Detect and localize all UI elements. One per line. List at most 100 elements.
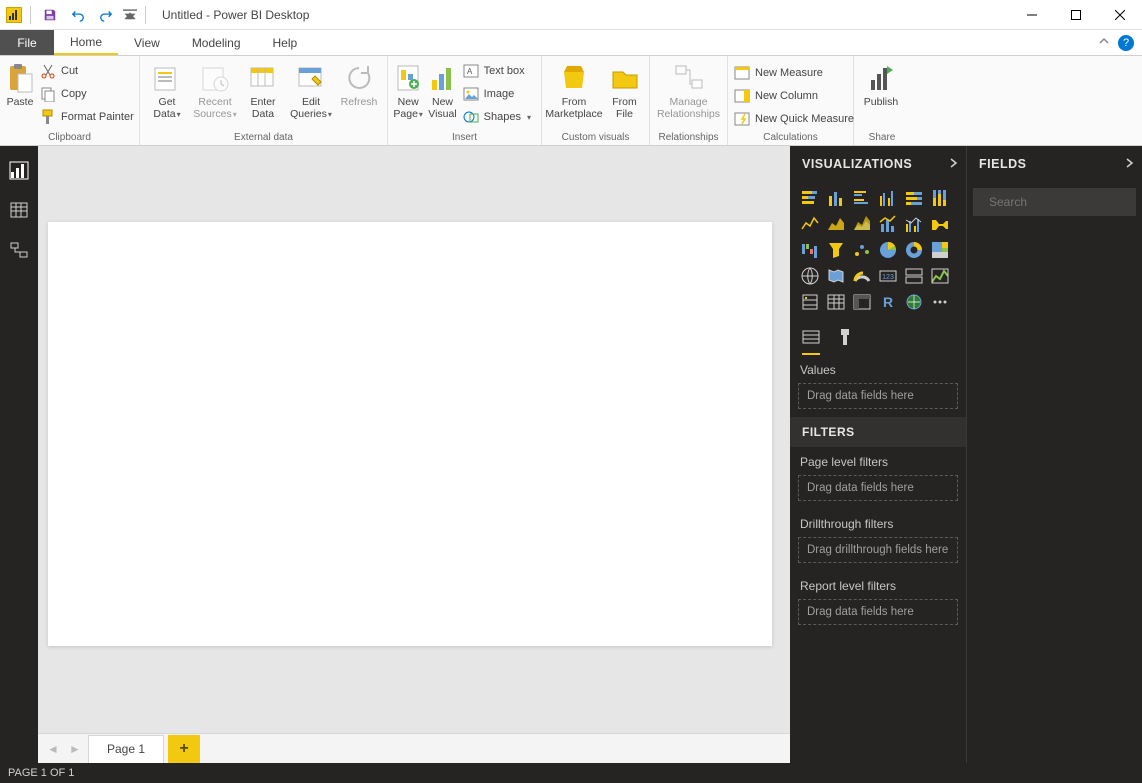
values-label: Values: [790, 355, 966, 381]
minimize-button[interactable]: [1010, 0, 1054, 30]
filters-header: FILTERS: [790, 417, 966, 447]
gauge-icon[interactable]: [850, 264, 874, 288]
values-dropzone[interactable]: Drag data fields here: [798, 383, 958, 409]
home-tab[interactable]: Home: [54, 30, 118, 55]
matrix-icon[interactable]: [850, 290, 874, 314]
new-measure-button[interactable]: New Measure: [732, 62, 860, 84]
line-clustered-column-icon[interactable]: [902, 212, 926, 236]
new-column-button[interactable]: New Column: [732, 85, 860, 107]
model-view-icon[interactable]: [7, 238, 31, 262]
ribbon-chart-icon[interactable]: [928, 212, 952, 236]
fields-header: FIELDS: [979, 157, 1026, 171]
edit-queries-button[interactable]: Edit Queries▾: [288, 58, 334, 121]
line-chart-icon[interactable]: [798, 212, 822, 236]
new-quick-measure-button[interactable]: New Quick Measure: [732, 108, 860, 130]
manage-relationships-button[interactable]: Manage Relationships: [654, 58, 723, 120]
redo-icon[interactable]: [95, 4, 117, 26]
undo-icon[interactable]: [67, 4, 89, 26]
filled-map-icon[interactable]: [824, 264, 848, 288]
file-tab[interactable]: File: [0, 30, 54, 55]
map-icon[interactable]: [798, 264, 822, 288]
fields-search-input[interactable]: [989, 195, 1142, 209]
page-filters-dropzone[interactable]: Drag data fields here: [798, 475, 958, 501]
ribbon-tabs: File Home View Modeling Help ?: [0, 30, 1142, 56]
clustered-column-icon[interactable]: [876, 186, 900, 210]
donut-icon[interactable]: [902, 238, 926, 262]
title-bar: Untitled - Power BI Desktop: [0, 0, 1142, 30]
qat-customize-icon[interactable]: [123, 4, 137, 26]
from-marketplace-button[interactable]: From Marketplace: [546, 58, 602, 120]
page-tab-1[interactable]: Page 1: [88, 735, 164, 763]
100-stacked-column-icon[interactable]: [928, 186, 952, 210]
refresh-button[interactable]: Refresh: [336, 58, 382, 108]
waterfall-icon[interactable]: [798, 238, 822, 262]
property-tabs: [790, 322, 966, 355]
collapse-ribbon-icon[interactable]: [1098, 34, 1110, 52]
stacked-column-icon[interactable]: [824, 186, 848, 210]
recent-sources-button[interactable]: Recent Sources▾: [192, 58, 238, 121]
collapse-viz-icon[interactable]: [948, 157, 958, 171]
visualizations-pane: VISUALIZATIONS 123: [790, 146, 966, 763]
line-stacked-column-icon[interactable]: [876, 212, 900, 236]
get-data-button[interactable]: Get Data▾: [144, 58, 190, 121]
multi-card-icon[interactable]: [902, 264, 926, 288]
new-visual-button[interactable]: New Visual: [426, 58, 458, 120]
image-button[interactable]: Image: [461, 83, 537, 105]
slicer-icon[interactable]: [798, 290, 822, 314]
view-tab[interactable]: View: [118, 30, 176, 55]
format-tab-icon[interactable]: [836, 328, 854, 355]
new-page-button[interactable]: ✚ New Page▾: [392, 58, 424, 121]
data-view-icon[interactable]: [7, 198, 31, 222]
help-tab[interactable]: Help: [257, 30, 314, 55]
collapse-fields-icon[interactable]: [1124, 157, 1134, 171]
clustered-bar-icon[interactable]: [850, 186, 874, 210]
view-switcher: [0, 146, 38, 763]
next-page-icon[interactable]: ►: [66, 740, 84, 758]
publish-button[interactable]: Publish: [858, 58, 904, 108]
paste-button[interactable]: Paste: [4, 58, 36, 108]
table-icon[interactable]: [824, 290, 848, 314]
add-page-button[interactable]: +: [168, 735, 200, 763]
clipboard-group-label: Clipboard: [4, 131, 135, 145]
stacked-area-icon[interactable]: [850, 212, 874, 236]
fields-search[interactable]: [973, 188, 1136, 216]
scatter-icon[interactable]: [850, 238, 874, 262]
kpi-icon[interactable]: [928, 264, 952, 288]
format-painter-button[interactable]: Format Painter: [38, 106, 140, 128]
report-filters-dropzone[interactable]: Drag data fields here: [798, 599, 958, 625]
main-area: ◄ ► Page 1 + VISUALIZATIONS: [0, 146, 1142, 763]
enter-data-button[interactable]: Enter Data: [240, 58, 286, 120]
status-bar: PAGE 1 OF 1: [0, 763, 1142, 783]
funnel-icon[interactable]: [824, 238, 848, 262]
drillthrough-dropzone[interactable]: Drag drillthrough fields here: [798, 537, 958, 563]
stacked-bar-icon[interactable]: [798, 186, 822, 210]
help-icon[interactable]: ?: [1118, 35, 1134, 51]
report-view-icon[interactable]: [7, 158, 31, 182]
100-stacked-bar-icon[interactable]: [902, 186, 926, 210]
modeling-tab[interactable]: Modeling: [176, 30, 257, 55]
area-chart-icon[interactable]: [824, 212, 848, 236]
svg-text:A: A: [467, 67, 473, 76]
insert-group-label: Insert: [392, 131, 537, 145]
treemap-icon[interactable]: [928, 238, 952, 262]
share-group-label: Share: [858, 131, 906, 145]
close-button[interactable]: [1098, 0, 1142, 30]
pie-icon[interactable]: [876, 238, 900, 262]
prev-page-icon[interactable]: ◄: [44, 740, 62, 758]
canvas-wrap: ◄ ► Page 1 +: [38, 146, 790, 763]
arcgis-icon[interactable]: [902, 290, 926, 314]
svg-text:123: 123: [882, 274, 894, 281]
text-box-button[interactable]: AText box: [461, 60, 537, 82]
more-visuals-icon[interactable]: [928, 290, 952, 314]
copy-button[interactable]: Copy: [38, 83, 140, 105]
maximize-button[interactable]: [1054, 0, 1098, 30]
cut-button[interactable]: Cut: [38, 60, 140, 82]
fields-tab-icon[interactable]: [802, 328, 820, 355]
r-visual-icon[interactable]: R: [876, 290, 900, 314]
card-icon[interactable]: 123: [876, 264, 900, 288]
shapes-button[interactable]: Shapes▾: [461, 106, 537, 128]
fields-pane: FIELDS: [966, 146, 1142, 763]
save-icon[interactable]: [39, 4, 61, 26]
from-file-button[interactable]: From File: [604, 58, 645, 120]
report-canvas[interactable]: [48, 222, 772, 646]
